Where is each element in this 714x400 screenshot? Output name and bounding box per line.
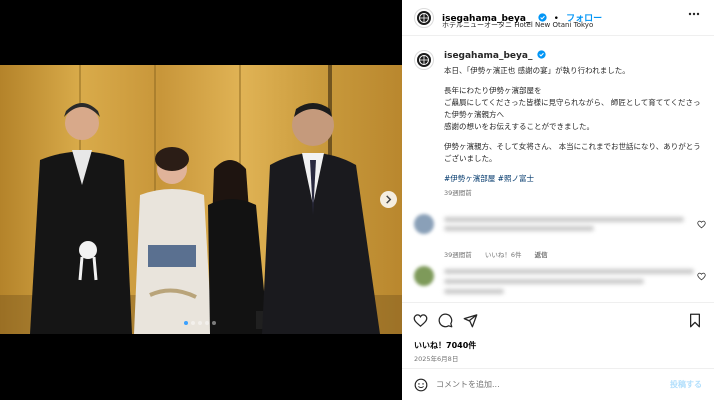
heart-icon[interactable] bbox=[697, 272, 706, 281]
post-comment-button[interactable]: 投稿する bbox=[670, 379, 702, 390]
comment-text-blurred bbox=[444, 279, 644, 284]
comment-input[interactable]: コメントを追加... bbox=[436, 379, 500, 390]
post-date: 2025年6月8日 bbox=[414, 355, 459, 363]
logo-icon bbox=[417, 53, 431, 67]
caption-username[interactable]: isegahama_beya_ bbox=[444, 51, 532, 61]
letterbox-bottom bbox=[0, 334, 402, 400]
comment-text-blurred bbox=[444, 289, 504, 294]
comment-reply[interactable]: 返信 bbox=[535, 251, 548, 259]
caption-time: 39週間前 bbox=[444, 189, 472, 197]
bookmark-icon[interactable] bbox=[688, 313, 702, 328]
comment-item bbox=[414, 266, 710, 298]
comment-likes[interactable]: いいね！6件 bbox=[485, 251, 522, 259]
comment-icon[interactable] bbox=[438, 313, 453, 328]
post-header: isegahama_beya_ • フォロー ホテルニューオータニ Hotel … bbox=[402, 0, 714, 36]
post-media bbox=[0, 0, 402, 400]
carousel-dots bbox=[184, 321, 216, 325]
likes-count[interactable]: いいね！7040件 bbox=[414, 340, 476, 351]
heart-icon[interactable] bbox=[697, 220, 706, 229]
heart-icon[interactable] bbox=[413, 313, 428, 328]
next-slide-button[interactable] bbox=[380, 191, 397, 208]
profile-avatar[interactable] bbox=[414, 8, 434, 28]
logo-icon bbox=[417, 11, 431, 25]
post-panel: isegahama_beya_ • フォロー ホテルニューオータニ Hotel … bbox=[402, 0, 714, 400]
emoji-icon[interactable] bbox=[414, 378, 428, 392]
post-photo[interactable] bbox=[0, 65, 402, 334]
comment-text-blurred bbox=[444, 226, 594, 231]
post-location[interactable]: ホテルニューオータニ Hotel New Otani Tokyo bbox=[442, 20, 593, 30]
caption-line: 伊勢ヶ濱親方、そして女将さん、 本当にこれまでお世話になり、ありがとうございまし… bbox=[444, 142, 701, 163]
add-comment-bar: コメントを追加... 投稿する bbox=[402, 368, 714, 400]
more-icon[interactable] bbox=[688, 12, 700, 16]
share-icon[interactable] bbox=[463, 313, 478, 328]
comment-text-blurred bbox=[444, 269, 694, 274]
comment-avatar[interactable] bbox=[414, 266, 434, 286]
caption-avatar[interactable] bbox=[414, 50, 434, 70]
comment-time: 39週間前 bbox=[444, 251, 472, 259]
comment-item: 39週間前 いいね！6件 返信 bbox=[414, 214, 710, 259]
caption-line: 本日、「伊勢ヶ濱正也 感謝の宴」が執り行われました。 bbox=[444, 66, 630, 75]
comment-avatar[interactable] bbox=[414, 214, 434, 234]
caption-hashtags[interactable]: #伊勢ヶ濱部屋 #照ノ富士 bbox=[444, 173, 706, 185]
verified-icon bbox=[537, 50, 546, 59]
comment-text-blurred bbox=[444, 217, 684, 222]
caption-line: 長年にわたり伊勢ヶ濱部屋を ご贔屓にしてくださった皆様に見守られながら、 師匠と… bbox=[444, 86, 701, 131]
letterbox-top bbox=[0, 0, 402, 65]
chevron-right-icon bbox=[386, 195, 392, 204]
